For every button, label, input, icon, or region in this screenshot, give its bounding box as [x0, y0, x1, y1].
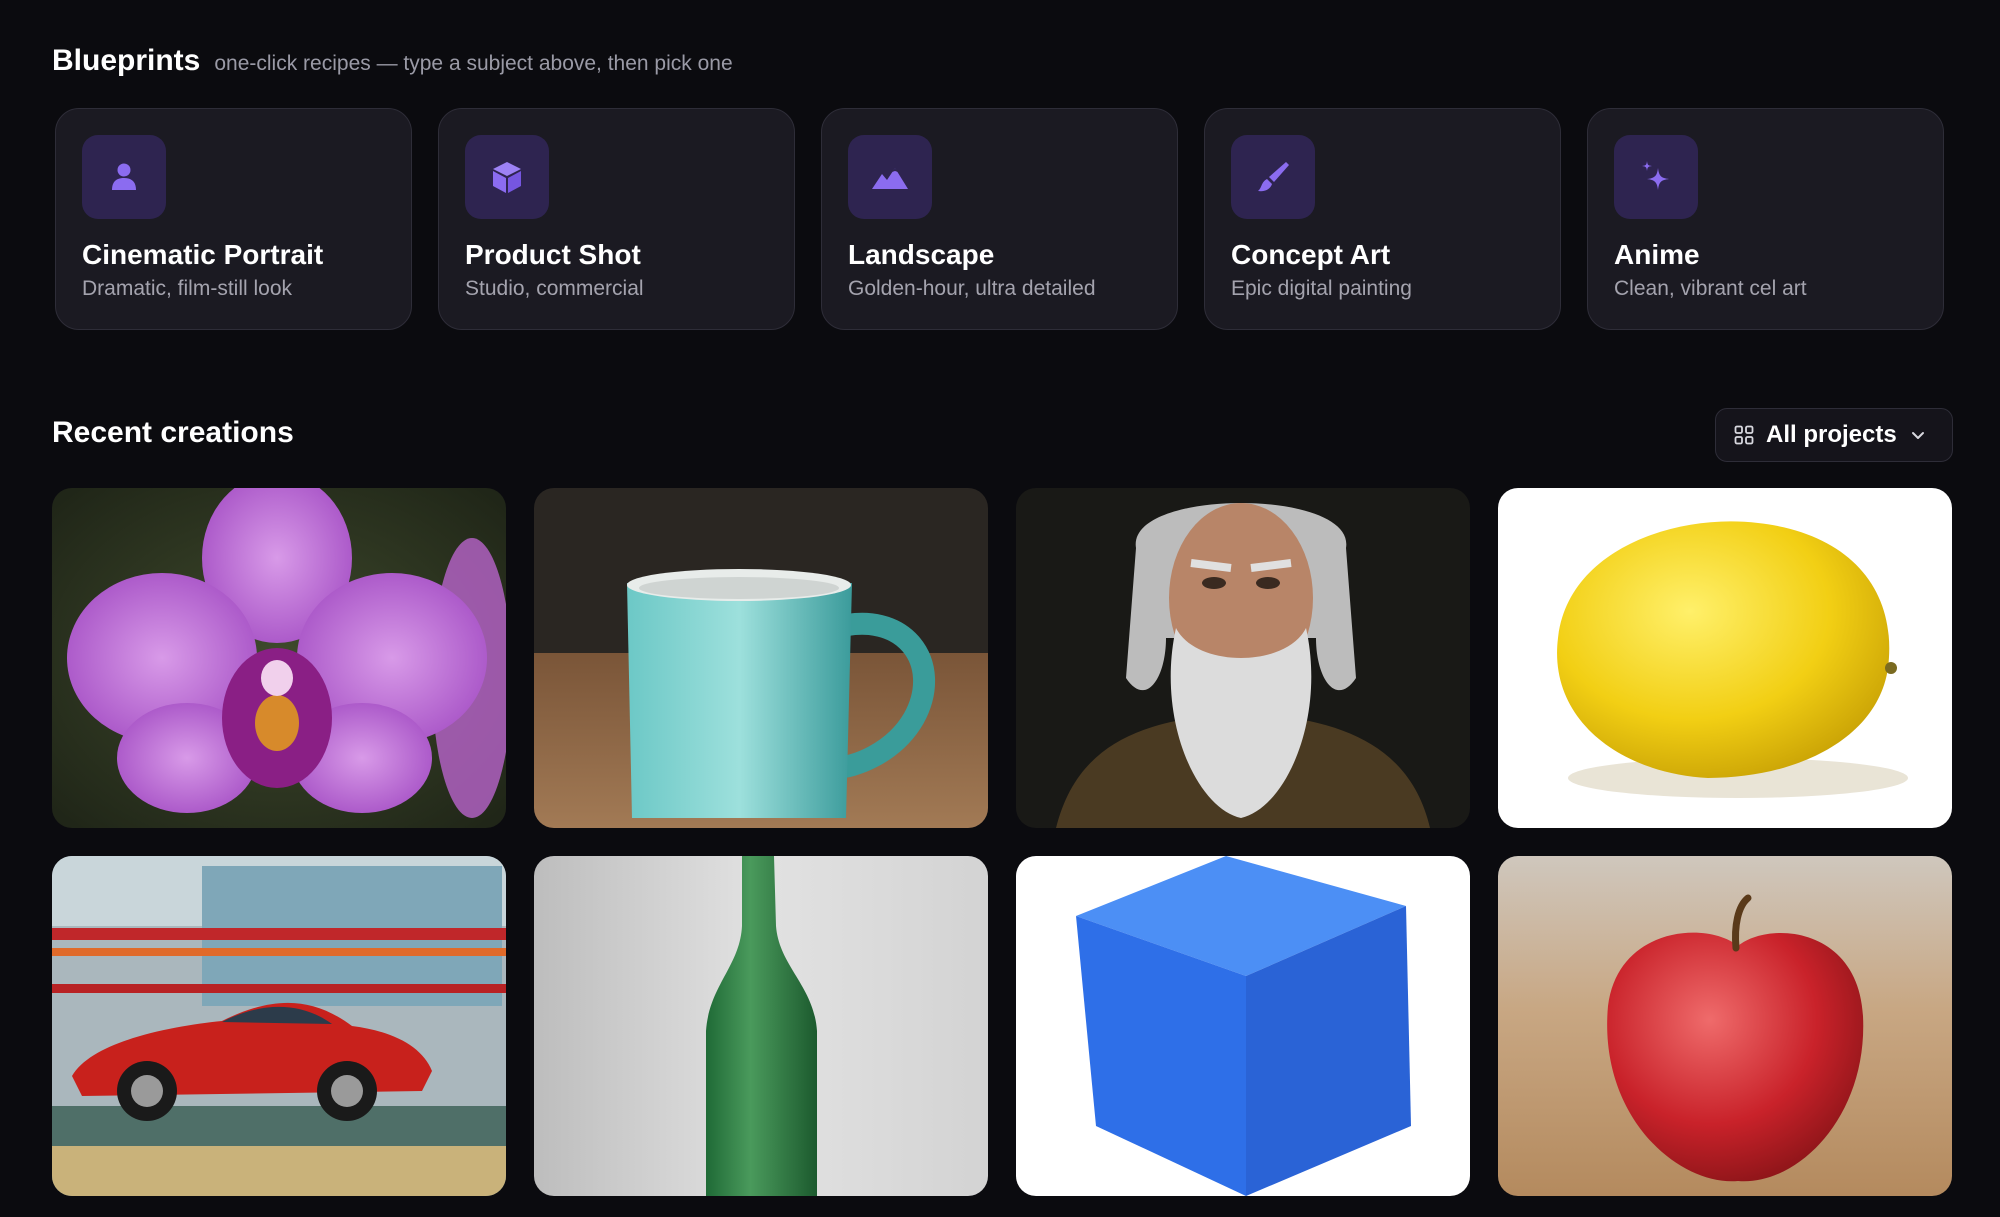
- project-filter-dropdown[interactable]: All projects: [1715, 408, 1953, 462]
- blueprints-subtitle: one-click recipes — type a subject above…: [214, 52, 733, 75]
- grid-icon: [1734, 425, 1754, 445]
- chevron-down-icon: [1911, 432, 1924, 439]
- creation-thumbnail-lemon[interactable]: [1498, 488, 1952, 828]
- box-icon: [465, 135, 549, 219]
- lemon-image: [1498, 488, 1952, 828]
- creation-thumbnail-cube[interactable]: [1016, 856, 1470, 1196]
- person-icon: [82, 135, 166, 219]
- creation-thumbnail-sports-car[interactable]: [52, 856, 506, 1196]
- mug-image: [534, 488, 988, 828]
- blueprint-description: Clean, vibrant cel art: [1614, 277, 1807, 300]
- paintbrush-icon: [1231, 135, 1315, 219]
- recent-creations-grid: [52, 488, 1952, 1196]
- blueprint-card-anime[interactable]: Anime Clean, vibrant cel art: [1587, 108, 1944, 330]
- creation-thumbnail-apple[interactable]: [1498, 856, 1952, 1196]
- cube-image: [1016, 856, 1470, 1196]
- recent-creations-title: Recent creations: [52, 416, 294, 449]
- creation-thumbnail-orchid[interactable]: [52, 488, 506, 828]
- project-filter-label: All projects: [1766, 421, 1897, 448]
- blueprint-name: Anime: [1614, 239, 1700, 270]
- sports-car-image: [52, 856, 506, 1196]
- creation-thumbnail-bottle[interactable]: [534, 856, 988, 1196]
- blueprints-header: Blueprints one-click recipes — type a su…: [52, 44, 733, 78]
- creation-thumbnail-mug[interactable]: [534, 488, 988, 828]
- bottle-image: [534, 856, 988, 1196]
- apple-image: [1498, 856, 1952, 1196]
- blueprint-name: Concept Art: [1231, 239, 1391, 270]
- blueprints-list: Cinematic Portrait Dramatic, film-still …: [55, 108, 1944, 330]
- blueprints-title: Blueprints: [52, 44, 201, 77]
- blueprint-card-product-shot[interactable]: Product Shot Studio, commercial: [438, 108, 795, 330]
- blueprint-name: Cinematic Portrait: [82, 239, 324, 270]
- orchid-image: [52, 488, 506, 828]
- page: Blueprints one-click recipes — type a su…: [0, 0, 2000, 1217]
- blueprint-description: Studio, commercial: [465, 277, 644, 300]
- old-man-image: [1016, 488, 1470, 828]
- creation-thumbnail-old-man[interactable]: [1016, 488, 1470, 828]
- blueprint-description: Golden-hour, ultra detailed: [848, 277, 1096, 300]
- sparkles-icon: [1614, 135, 1698, 219]
- mountains-icon: [848, 135, 932, 219]
- blueprint-name: Product Shot: [465, 239, 641, 270]
- blueprint-name: Landscape: [848, 239, 995, 270]
- blueprint-description: Dramatic, film-still look: [82, 277, 293, 300]
- blueprint-card-concept-art[interactable]: Concept Art Epic digital painting: [1204, 108, 1561, 330]
- blueprint-card-cinematic-portrait[interactable]: Cinematic Portrait Dramatic, film-still …: [55, 108, 412, 330]
- blueprint-card-landscape[interactable]: Landscape Golden-hour, ultra detailed: [821, 108, 1178, 330]
- blueprint-description: Epic digital painting: [1231, 277, 1412, 300]
